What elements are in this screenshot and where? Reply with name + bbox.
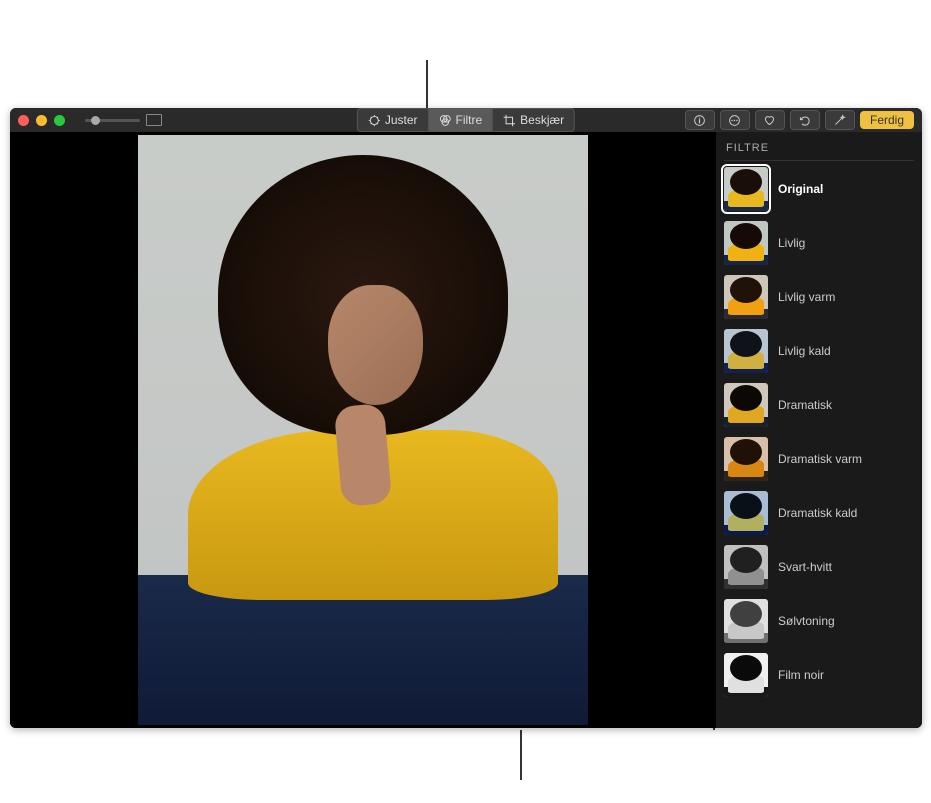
sidebar-title: FILTRE (724, 138, 914, 161)
slider-track[interactable] (85, 119, 140, 122)
magic-wand-icon (833, 114, 846, 127)
window-controls (18, 115, 65, 126)
filter-label: Svart-hvitt (778, 560, 832, 574)
adjust-icon (368, 114, 381, 127)
filter-label: Dramatisk varm (778, 452, 862, 466)
info-button[interactable] (685, 110, 715, 130)
filter-label: Film noir (778, 668, 824, 682)
tab-crop-label: Beskjær (520, 113, 564, 127)
filter-thumbnail (724, 491, 768, 535)
filter-item[interactable]: Dramatisk (724, 383, 914, 427)
filters-sidebar: FILTRE Original Livlig Livlig varm Livlig k… (716, 132, 922, 728)
photo-canvas[interactable] (10, 132, 716, 728)
filter-label: Livlig varm (778, 290, 835, 304)
rotate-icon (798, 114, 811, 127)
filters-icon (439, 114, 452, 127)
content-area: FILTRE Original Livlig Livlig varm Livlig k… (10, 132, 922, 728)
favorite-button[interactable] (755, 110, 785, 130)
crop-icon (503, 114, 516, 127)
maximize-button[interactable] (54, 115, 65, 126)
rotate-button[interactable] (790, 110, 820, 130)
filter-list: Original Livlig Livlig varm Livlig kald Dram… (724, 167, 914, 697)
filter-thumbnail (724, 383, 768, 427)
filter-item[interactable]: Dramatisk varm (724, 437, 914, 481)
ellipsis-circle-icon (728, 114, 741, 127)
filter-item[interactable]: Original (724, 167, 914, 211)
filter-label: Sølvtoning (778, 614, 835, 628)
titlebar: Juster Filtre Beskjær (10, 108, 922, 132)
filter-item[interactable]: Sølvtoning (724, 599, 914, 643)
done-button[interactable]: Ferdig (860, 111, 914, 129)
toolbar-right: Ferdig (685, 110, 914, 130)
filter-thumbnail (724, 275, 768, 319)
tab-adjust[interactable]: Juster (357, 108, 429, 132)
tab-filters-label: Filtre (456, 113, 483, 127)
callout-line (520, 730, 522, 780)
tab-filters[interactable]: Filtre (429, 108, 494, 132)
filter-label: Dramatisk (778, 398, 832, 412)
filter-item[interactable]: Livlig varm (724, 275, 914, 319)
filter-label: Livlig (778, 236, 805, 250)
auto-enhance-button[interactable] (825, 110, 855, 130)
done-button-label: Ferdig (870, 113, 904, 127)
filter-label: Original (778, 182, 823, 196)
tab-adjust-label: Juster (385, 113, 418, 127)
filter-thumbnail (724, 437, 768, 481)
filter-item[interactable]: Svart-hvitt (724, 545, 914, 589)
filter-thumbnail (724, 329, 768, 373)
filter-item[interactable]: Livlig kald (724, 329, 914, 373)
info-icon (693, 114, 706, 127)
slider-thumb[interactable] (91, 116, 100, 125)
filter-thumbnail (724, 599, 768, 643)
filter-thumbnail (724, 545, 768, 589)
thumbnail-size-icon (146, 114, 162, 126)
filter-label: Dramatisk kald (778, 506, 857, 520)
callout-line (426, 60, 428, 110)
tab-crop[interactable]: Beskjær (493, 108, 575, 132)
filter-item[interactable]: Livlig (724, 221, 914, 265)
heart-icon (763, 114, 776, 127)
close-button[interactable] (18, 115, 29, 126)
filter-thumbnail (724, 167, 768, 211)
filter-label: Livlig kald (778, 344, 831, 358)
zoom-slider[interactable] (85, 114, 162, 126)
more-button[interactable] (720, 110, 750, 130)
filter-item[interactable]: Dramatisk kald (724, 491, 914, 535)
edit-mode-tabs: Juster Filtre Beskjær (357, 110, 575, 130)
filter-thumbnail (724, 221, 768, 265)
filter-thumbnail (724, 653, 768, 697)
filter-item[interactable]: Film noir (724, 653, 914, 697)
app-window: Juster Filtre Beskjær (10, 108, 922, 728)
main-photo (138, 135, 588, 725)
minimize-button[interactable] (36, 115, 47, 126)
